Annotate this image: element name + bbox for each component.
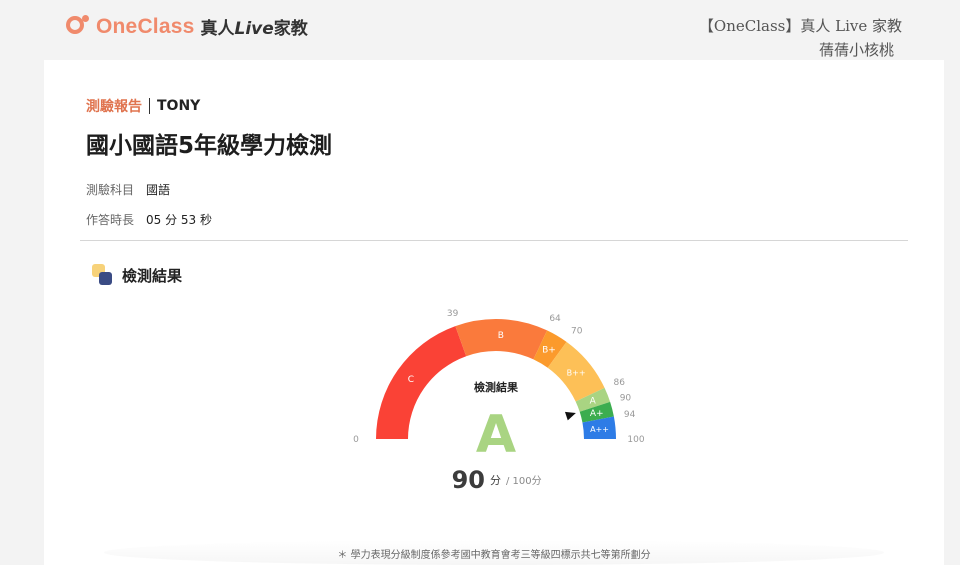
grade-letter: A bbox=[476, 405, 516, 465]
gauge-tick-label: 86 bbox=[614, 378, 626, 388]
top-bar: OneClass 真人Live家教 【OneClass】真人 Live 家教 蒨… bbox=[0, 0, 960, 60]
watermark-line-1: 【OneClass】真人 Live 家教 bbox=[698, 17, 902, 35]
score-unit: 分 bbox=[490, 474, 501, 487]
gauge-band-label: B bbox=[498, 331, 504, 341]
gauge-band-label: B++ bbox=[567, 369, 586, 378]
gauge-tick-label: 70 bbox=[571, 327, 583, 337]
gauge-band-c bbox=[376, 326, 467, 439]
score-pointer-icon bbox=[564, 411, 576, 421]
gauge-tick-label: 90 bbox=[620, 394, 632, 404]
watermark-line-2: 蒨蒨小核桃 bbox=[818, 41, 894, 59]
gauge-band-label: A+ bbox=[590, 409, 604, 419]
report-card: 測驗報告 TONY 國小國語5年級學力檢測 測驗科目 國語 作答時長 05 分 … bbox=[44, 60, 944, 565]
gauge-caption: 檢測結果 bbox=[474, 380, 518, 394]
score-gauge: C B B+ B++ A A+ A++ 0 39 64 70 86 90 94 100 檢測結果 A 90… bbox=[353, 309, 645, 494]
footnote: ＊ 學力表現分級制度係參考國中教育會考三等級四標示共七等第所劃分 bbox=[337, 550, 651, 561]
gauge-tick-label: 39 bbox=[447, 309, 459, 319]
gauge-tick-label: 100 bbox=[627, 435, 644, 445]
brand-name: OneClass bbox=[96, 14, 195, 38]
score-value: 90 bbox=[452, 466, 485, 494]
gauge-band-label: B+ bbox=[542, 345, 556, 355]
score-total: / 100分 bbox=[506, 475, 542, 487]
gauge-tick-label: 64 bbox=[549, 314, 561, 324]
brand-tagline: 真人Live家教 bbox=[200, 19, 308, 39]
oneclass-logo[interactable]: OneClass 真人Live家教 bbox=[66, 14, 308, 39]
gauge-tick-label: 0 bbox=[353, 435, 359, 445]
watermark: 【OneClass】真人 Live 家教 蒨蒨小核桃 bbox=[699, 14, 902, 62]
gauge-band-label: A++ bbox=[590, 425, 609, 434]
gauge-tick-label: 94 bbox=[624, 410, 636, 420]
gauge-band-label: A bbox=[590, 397, 597, 407]
logo-mark-icon bbox=[66, 14, 96, 39]
gauge-band-label: C bbox=[408, 375, 414, 385]
